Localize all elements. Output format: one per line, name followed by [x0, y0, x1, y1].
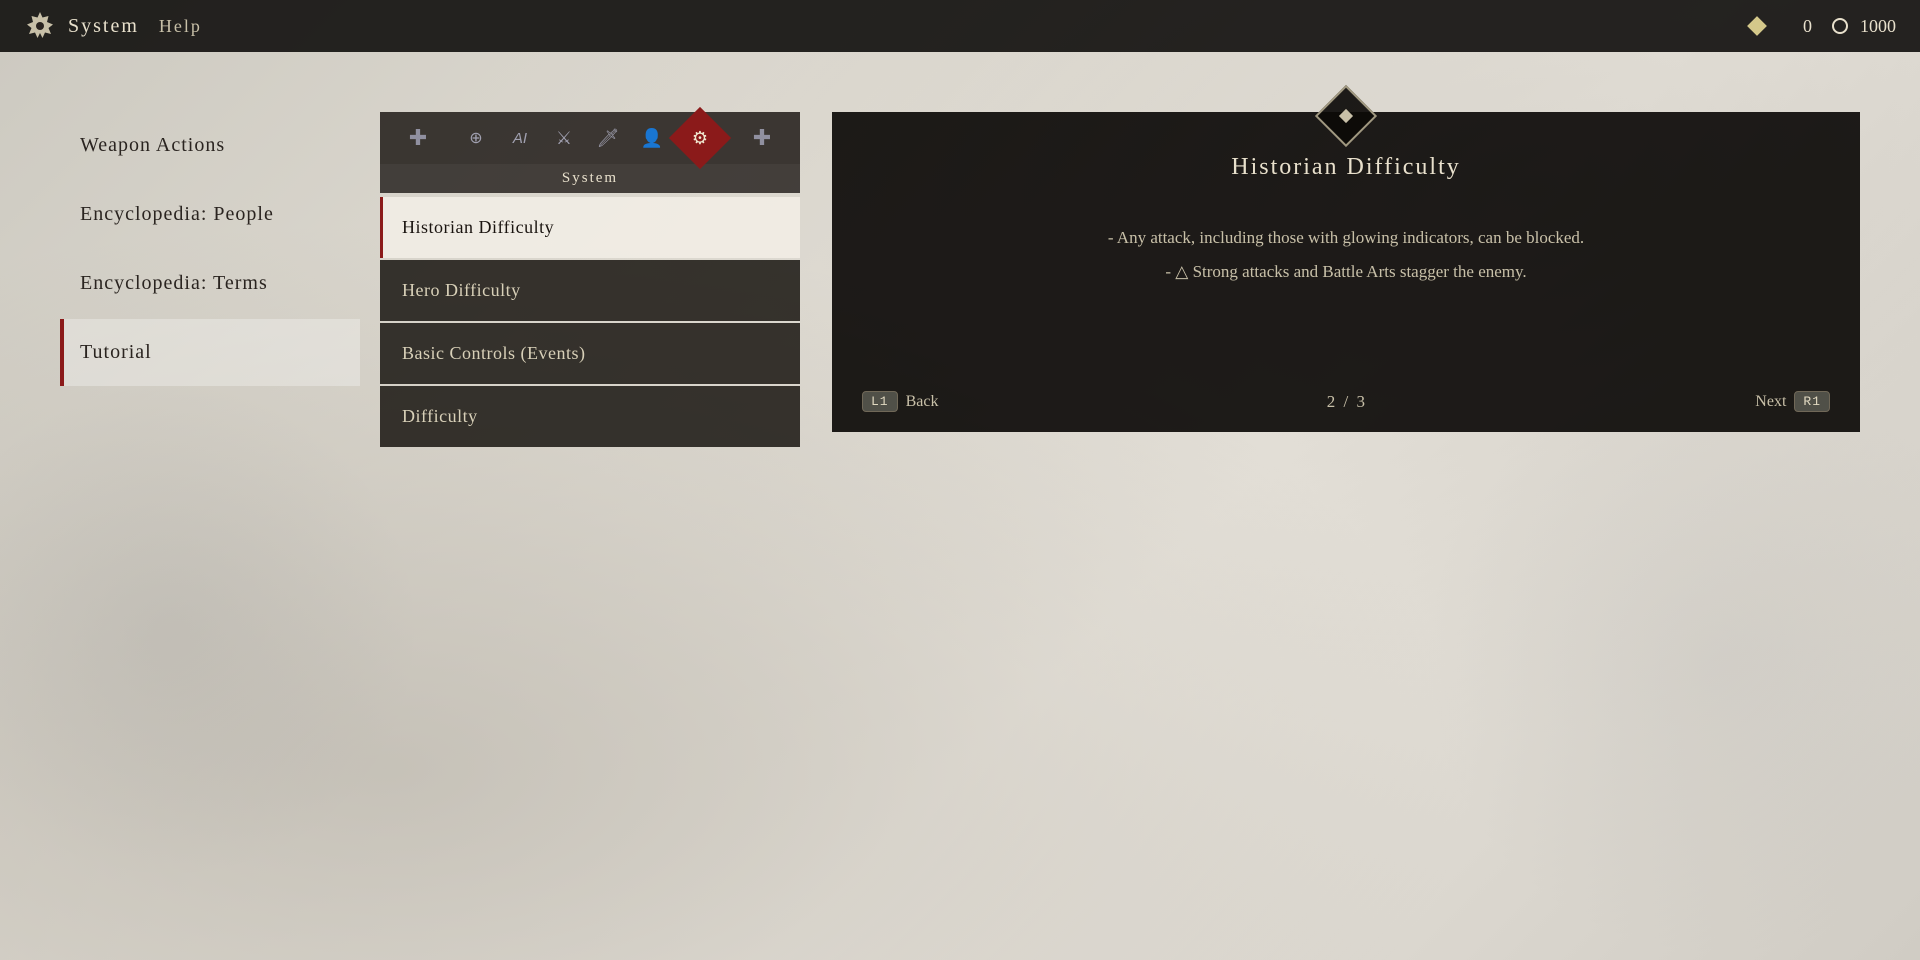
diamond-icon	[1747, 16, 1767, 36]
next-button-label: Next	[1755, 393, 1786, 411]
center-panel: ✚ ⊕ AI ⚔ 🗡 👤 ⚙ ✚ System Historian Diffic…	[380, 112, 800, 449]
tab-icon-sword[interactable]: ⚔	[546, 120, 582, 156]
menu-item-hero-difficulty[interactable]: Hero Difficulty	[380, 260, 800, 321]
sidebar-item-label: Weapon Actions	[80, 134, 225, 157]
tab-icon-character[interactable]: ⊕	[458, 120, 494, 156]
next-key-badge: R1	[1794, 391, 1830, 412]
back-key-badge: L1	[862, 391, 898, 412]
tab-system-icon: ⚙	[692, 128, 708, 149]
sidebar-item-weapon-actions[interactable]: Weapon Actions	[60, 112, 360, 179]
tab-icons-row: ✚ ⊕ AI ⚔ 🗡 👤 ⚙ ✚	[380, 112, 800, 164]
sidebar-item-encyclopedia-people[interactable]: Encyclopedia: People	[60, 181, 360, 248]
menu-item-historian-difficulty[interactable]: Historian Difficulty	[380, 197, 800, 258]
tab-icon-ai[interactable]: AI	[502, 120, 538, 156]
sidebar-item-tutorial[interactable]: Tutorial	[60, 319, 360, 386]
detail-footer: L1 Back 2 / 3 Next R1	[832, 391, 1860, 412]
detail-title: Historian Difficulty	[872, 154, 1820, 181]
detail-content: - Any attack, including those with glowi…	[872, 221, 1820, 289]
tab-label: System	[380, 164, 800, 193]
detail-panel: Historian Difficulty - Any attack, inclu…	[832, 112, 1860, 432]
menu-item-label: Hero Difficulty	[402, 280, 521, 300]
detail-line-2: - △ Strong attacks and Battle Arts stagg…	[872, 255, 1820, 289]
detail-diamond-decoration	[1324, 94, 1368, 138]
back-button-label: Back	[906, 393, 939, 411]
currency1-value: 0	[1772, 16, 1812, 37]
currency-group-2: 1000	[1832, 16, 1896, 37]
sidebar-item-encyclopedia-terms[interactable]: Encyclopedia: Terms	[60, 250, 360, 317]
detail-line-1: - Any attack, including those with glowi…	[872, 221, 1820, 255]
tab-active-system[interactable]: ⚙	[674, 112, 726, 164]
sidebar-item-label: Tutorial	[80, 341, 152, 364]
sidebar-item-label: Encyclopedia: Terms	[80, 272, 268, 295]
circle-currency-icon	[1832, 18, 1848, 34]
menu-item-label: Basic Controls (Events)	[402, 343, 585, 363]
nav-right-button[interactable]: ✚	[744, 120, 780, 156]
topbar-help-label: Help	[159, 16, 202, 37]
menu-item-difficulty[interactable]: Difficulty	[380, 386, 800, 447]
menu-item-label: Difficulty	[402, 406, 478, 426]
tab-icon-person[interactable]: 👤	[634, 120, 670, 156]
page-indicator: 2 / 3	[1327, 392, 1367, 412]
sidebar-item-label: Encyclopedia: People	[80, 203, 274, 226]
currency2-value: 1000	[1856, 16, 1896, 37]
next-button-group[interactable]: Next R1	[1755, 391, 1830, 412]
menu-item-basic-controls[interactable]: Basic Controls (Events)	[380, 323, 800, 384]
menu-list: Historian Difficulty Hero Difficulty Bas…	[380, 197, 800, 447]
topbar-system-label: System	[68, 15, 139, 38]
menu-item-label: Historian Difficulty	[402, 217, 554, 237]
back-button-group[interactable]: L1 Back	[862, 391, 938, 412]
system-icon	[24, 10, 56, 42]
main-content: Weapon Actions Encyclopedia: People Ency…	[0, 52, 1920, 960]
top-bar: System Help 0 1000	[0, 0, 1920, 52]
tab-icon-item[interactable]: 🗡	[590, 120, 626, 156]
top-bar-right: 0 1000	[1750, 16, 1896, 37]
nav-left-button[interactable]: ✚	[400, 120, 436, 156]
currency-group-1: 0	[1750, 16, 1812, 37]
sidebar: Weapon Actions Encyclopedia: People Ency…	[0, 112, 360, 388]
top-bar-left: System Help	[24, 10, 202, 42]
